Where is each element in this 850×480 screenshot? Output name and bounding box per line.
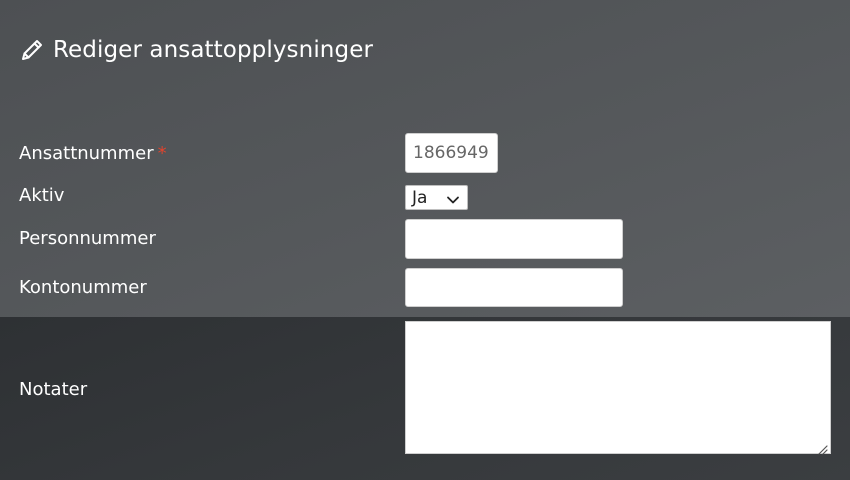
employee-number-label: Ansattnummer * xyxy=(19,143,167,165)
page-title: Rediger ansattopplysninger xyxy=(53,37,373,63)
employee-number-value: 1866949 xyxy=(413,143,489,163)
notes-textarea[interactable] xyxy=(405,321,831,455)
personal-number-field[interactable] xyxy=(405,219,623,259)
pencil-icon xyxy=(19,37,45,63)
account-number-label: Kontonummer xyxy=(19,277,147,298)
chevron-down-icon xyxy=(446,191,460,204)
resize-grip-icon[interactable] xyxy=(817,440,828,455)
personal-number-label: Personnummer xyxy=(19,228,156,249)
active-label: Aktiv xyxy=(19,185,65,206)
employee-number-label-text: Ansattnummer xyxy=(19,143,154,164)
notes-label: Notater xyxy=(19,379,88,400)
employee-number-field[interactable]: 1866949 xyxy=(405,133,498,173)
account-number-field[interactable] xyxy=(405,268,623,307)
required-marker: * xyxy=(157,143,167,164)
active-select-value: Ja xyxy=(412,187,428,208)
active-select[interactable]: Ja xyxy=(405,185,468,210)
page-header: Rediger ansattopplysninger xyxy=(19,32,373,68)
